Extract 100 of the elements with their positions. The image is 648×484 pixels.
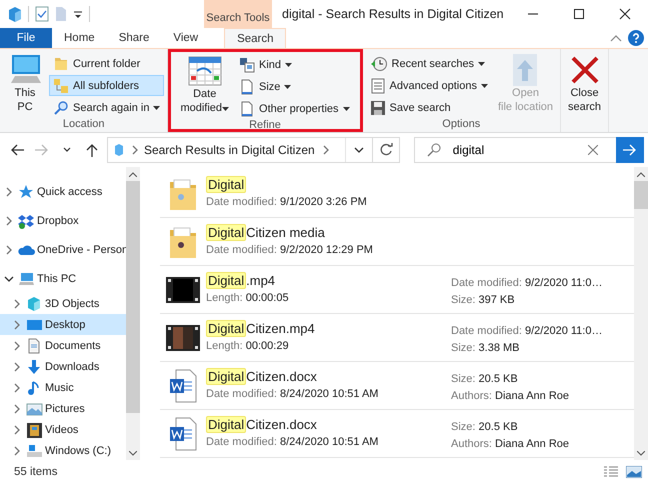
film-icon [166, 325, 200, 351]
search-match: Digital [206, 368, 246, 385]
sidebar-item[interactable]: Music [0, 377, 126, 398]
search-match: Digital [206, 416, 246, 433]
ribbon-button[interactable]: Save search [366, 97, 492, 118]
clock-icon [370, 56, 388, 72]
refresh-button[interactable] [372, 137, 400, 163]
file-name: Citizen.docx [246, 417, 317, 432]
file-detail: Length: 00:00:05 [206, 292, 290, 306]
file-row[interactable]: Digital Date modified: 9/1/2020 3:26 PM [160, 171, 634, 218]
search-input[interactable]: digital [452, 143, 570, 157]
sidebar-item[interactable]: Quick access [0, 177, 126, 206]
ribbon-button[interactable]: Close search [564, 51, 606, 116]
ribbon-button[interactable]: Recent searches [366, 53, 492, 74]
file-detail: Date modified: 9/2/2020 12:29 PM [206, 244, 374, 258]
file-detail: Size: 3.38 MB [451, 342, 520, 355]
expand-chevron-icon[interactable] [12, 362, 22, 372]
properties-icon[interactable] [35, 6, 49, 22]
expand-chevron-icon[interactable] [12, 298, 22, 308]
sidebar-item[interactable]: Windows (C:) [0, 440, 126, 461]
sidebar-item[interactable]: Videos [0, 419, 126, 440]
film-icon [166, 277, 200, 303]
scrollbar[interactable] [634, 167, 648, 460]
ribbon-button[interactable]: Search again in [49, 97, 164, 118]
expand-chevron-icon[interactable] [12, 446, 22, 456]
ribbon-tab[interactable]: Search [224, 28, 286, 48]
scroll-down-icon[interactable] [129, 450, 137, 456]
address-bar[interactable]: Search Results in Digital Citizen [106, 137, 373, 163]
file-detail: Date modified: 9/1/2020 3:26 PM [206, 196, 368, 210]
expand-chevron-icon[interactable] [12, 382, 22, 392]
file-row[interactable]: Digital.mp4 Length: 00:00:05 Date modified: 9/2/2020 11:0… Size: 397 KB [160, 267, 634, 314]
file-detail: Authors: Diana Ann Roe [451, 438, 570, 451]
go-button[interactable] [616, 137, 644, 163]
file-detail: Size: 397 KB [451, 294, 516, 307]
ribbon-button[interactable]: Size [235, 76, 354, 97]
search-match: Digital [206, 176, 246, 193]
expand-chevron-icon[interactable] [4, 244, 14, 254]
right-arrow-icon [622, 144, 637, 156]
search-field[interactable]: digital [414, 137, 644, 163]
sidebar-item[interactable]: Desktop [0, 314, 126, 335]
expand-chevron-icon[interactable] [4, 216, 14, 226]
ribbon-tab[interactable]: Home [52, 28, 107, 48]
ribbon-button[interactable]: Current folder [49, 53, 164, 74]
expand-chevron-icon[interactable] [12, 404, 22, 414]
breadcrumb-chevron-icon [130, 145, 138, 155]
ribbon-button[interactable]: This PC [3, 51, 47, 118]
help-icon[interactable] [628, 30, 644, 46]
scrollbar-thumb[interactable] [634, 181, 648, 209]
sidebar-item[interactable]: Documents [0, 335, 126, 356]
group-label: Options [441, 118, 482, 132]
ribbon-tab[interactable]: Share [106, 28, 162, 48]
file-row[interactable]: Digital Citizen.docx Date modified: 8/24/2020 10:51 AM Size: 20.5 KB Authors: Diana Ann Roe [160, 411, 634, 458]
up-arrow-icon [85, 143, 100, 157]
file-name: Citizen.mp4 [246, 321, 315, 336]
scrollbar[interactable] [126, 167, 140, 460]
file-row[interactable]: Digital Citizen media Date modified: 9/2/2020 12:29 PM [160, 219, 634, 266]
file-detail: Date modified: 8/24/2020 10:51 AM [206, 436, 380, 450]
address-path[interactable]: Search Results in Digital Citizen [144, 143, 315, 157]
dropdown-chevron-icon[interactable] [354, 145, 364, 155]
group-label: Location [62, 118, 106, 132]
search-match: Digital [206, 272, 246, 289]
ribbon-button[interactable]: Date modified [176, 52, 234, 119]
document-icon [239, 78, 256, 94]
expand-chevron-icon[interactable] [12, 340, 22, 350]
collapse-chevron-icon[interactable] [4, 274, 14, 284]
sidebar-item[interactable]: 3D Objects [0, 293, 126, 314]
thumbnails-view-button[interactable] [626, 466, 642, 478]
document-icon [239, 100, 256, 116]
ribbon-button[interactable]: All subfolders [49, 75, 164, 96]
collapse-ribbon-icon[interactable] [610, 34, 622, 42]
file-row[interactable]: Digital Citizen.mp4 Length: 00:00:29 Date modified: 9/2/2020 11:0… Size: 3.38 MB [160, 315, 634, 362]
ribbon-button[interactable]: Other properties [235, 98, 354, 119]
scroll-up-icon[interactable] [637, 172, 645, 176]
file-detail: Length: 00:00:29 [206, 340, 290, 354]
file-row[interactable]: Digital Citizen.docx Date modified: 8/24/2020 10:51 AM Size: 20.5 KB Authors: Diana Ann Roe [160, 363, 634, 410]
sidebar-item[interactable]: Downloads [0, 356, 126, 377]
close-icon [619, 8, 631, 20]
ribbon-button[interactable]: Kind [235, 54, 354, 75]
drive-icon [26, 442, 43, 458]
word-document-icon [168, 416, 198, 452]
file-detail: Date modified: 9/2/2020 11:0… [451, 325, 604, 338]
sidebar-item[interactable]: This PC [0, 264, 126, 293]
scroll-down-icon[interactable] [637, 450, 645, 456]
expand-chevron-icon[interactable] [12, 320, 22, 330]
caret-icon [342, 106, 350, 110]
file-name: .mp4 [246, 273, 276, 288]
folder-app-icon[interactable] [8, 6, 22, 22]
details-view-button[interactable] [604, 466, 618, 478]
scroll-up-icon[interactable] [129, 172, 137, 176]
left-arrow-icon [10, 143, 24, 157]
scrollbar-thumb[interactable] [126, 181, 140, 413]
expand-chevron-icon[interactable] [4, 186, 14, 196]
sidebar-item[interactable]: Dropbox [0, 206, 126, 235]
breadcrumb-chevron-icon [320, 145, 329, 155]
ribbon-button[interactable]: Advanced options [366, 75, 492, 96]
file-tab[interactable]: File [0, 28, 52, 48]
sidebar-item[interactable]: Pictures [0, 398, 126, 419]
ribbon-tab[interactable]: View [161, 28, 210, 48]
expand-chevron-icon[interactable] [12, 424, 22, 434]
caret-icon [153, 106, 160, 110]
